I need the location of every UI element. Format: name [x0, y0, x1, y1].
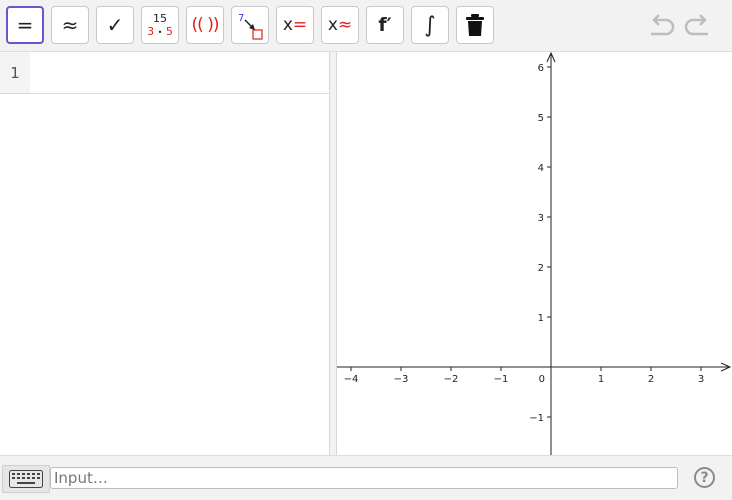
- factor-button[interactable]: 15 3 • 5: [141, 6, 179, 44]
- solve-icon: x=: [282, 15, 308, 35]
- x-tick-label: −1: [494, 374, 509, 385]
- y-tick-label: 4: [538, 163, 544, 174]
- y-tick-label: 5: [538, 113, 544, 124]
- x-tick-label: 3: [698, 374, 704, 385]
- integral-icon: ∫: [424, 12, 436, 38]
- help-button[interactable]: ?: [694, 467, 715, 488]
- y-tick-label: 2: [538, 263, 544, 274]
- equals-icon: =: [16, 13, 34, 37]
- derivative-button[interactable]: f′: [366, 6, 404, 44]
- checkmark-icon: ✓: [106, 13, 124, 37]
- keep-input-button[interactable]: ✓: [96, 6, 134, 44]
- x-tick-label: −2: [444, 374, 459, 385]
- substitute-button[interactable]: 7: [231, 6, 269, 44]
- x-tick-label: 1: [598, 374, 604, 385]
- evaluate-button[interactable]: =: [6, 6, 44, 44]
- y-tick-label: 6: [538, 63, 544, 74]
- row-number: 1: [0, 52, 30, 93]
- graphics-view[interactable]: −4 −3 −2 −1 0 1 2 3 6 5 4 3 2 1 −1: [337, 52, 732, 455]
- svg-text:7: 7: [238, 13, 244, 24]
- derivative-icon: f′: [378, 14, 392, 36]
- trash-icon: [466, 14, 484, 36]
- solve-button[interactable]: x=: [276, 6, 314, 44]
- undo-button[interactable]: [645, 12, 677, 40]
- cas-view: 1: [0, 52, 330, 455]
- factor-number: 15: [153, 12, 167, 25]
- graph-canvas[interactable]: −4 −3 −2 −1 0 1 2 3 6 5 4 3 2 1 −1: [337, 52, 732, 455]
- input-field[interactable]: [50, 467, 678, 489]
- substitute-icon: 7: [238, 13, 263, 40]
- x-tick-label: 2: [648, 374, 654, 385]
- redo-icon: [684, 14, 708, 36]
- factor-product: 3 • 5: [147, 25, 173, 38]
- input-bar: ?: [0, 455, 732, 500]
- integral-button[interactable]: ∫: [411, 6, 449, 44]
- delete-button[interactable]: [456, 6, 494, 44]
- y-tick-label: 1: [538, 313, 544, 324]
- keyboard-icon: [9, 470, 43, 488]
- redo-button[interactable]: [682, 12, 714, 40]
- approx-icon: ≈: [61, 13, 79, 37]
- row-input[interactable]: [31, 52, 329, 93]
- keyboard-button[interactable]: [2, 465, 50, 493]
- y-tick-label: 3: [538, 213, 544, 224]
- cas-toolbar: = ≈ ✓ 15 3 • 5 (( )) 7 x= x≈ f′ ∫: [0, 0, 732, 52]
- numeric-button[interactable]: ≈: [51, 6, 89, 44]
- x-tick-label: 0: [539, 374, 545, 385]
- x-tick-label: −4: [344, 374, 359, 385]
- x-tick-label: −3: [394, 374, 409, 385]
- view-splitter[interactable]: [330, 52, 337, 455]
- help-icon: ?: [700, 469, 709, 486]
- undo-icon: [651, 14, 675, 36]
- solve-numerically-button[interactable]: x≈: [321, 6, 359, 44]
- expand-button[interactable]: (( )): [186, 6, 224, 44]
- expand-icon: (( )): [191, 15, 220, 35]
- cas-row[interactable]: 1: [0, 52, 329, 94]
- solve-numeric-icon: x≈: [327, 15, 353, 35]
- y-tick-label: −1: [529, 413, 544, 424]
